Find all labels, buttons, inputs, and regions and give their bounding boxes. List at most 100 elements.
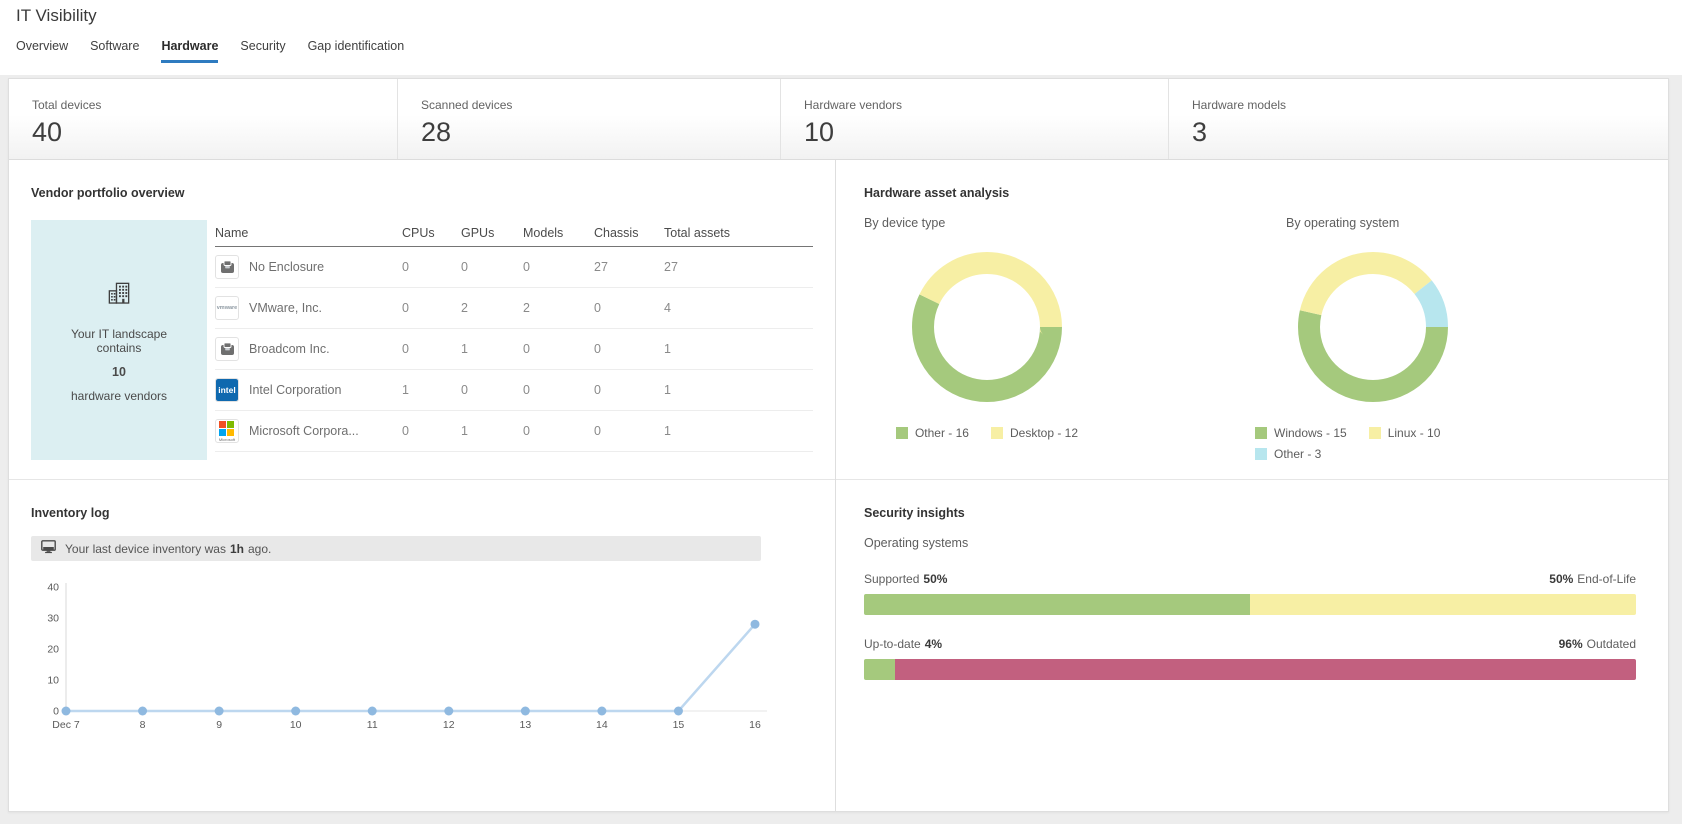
column-header-total-assets[interactable]: Total assets: [664, 226, 813, 240]
vendor-icon-intel: intel: [215, 378, 239, 402]
bar-right-label: 96%Outdated: [1559, 637, 1636, 651]
building-icon: [104, 278, 134, 311]
bar-right-label: 50%End-of-Life: [1549, 572, 1636, 586]
device-type-subpanel: By device type Other - 16Desktop - 12: [864, 216, 1250, 461]
vendor-table-body: No Enclosure0002727vmwareVMware, Inc.022…: [215, 247, 813, 452]
inventory-notice: Your last device inventory was1hago.: [31, 536, 761, 561]
table-row[interactable]: Broadcom Inc.01001: [215, 329, 813, 370]
bar-segment-supported: [864, 594, 1250, 615]
page-title: IT Visibility: [16, 6, 1666, 26]
table-cell: 2: [523, 301, 594, 315]
vendor-summary-line2: hardware vendors: [71, 389, 167, 403]
tab-hardware[interactable]: Hardware: [161, 39, 218, 63]
tab-security[interactable]: Security: [240, 39, 285, 63]
vendor-table-header: Name CPUs GPUs Models Chassis Total asse…: [215, 220, 813, 247]
tab-software[interactable]: Software: [90, 39, 139, 63]
vendor-name: Broadcom Inc.: [249, 342, 330, 356]
table-cell: 27: [594, 260, 664, 274]
vendor-name: VMware, Inc.: [249, 301, 322, 315]
legend-item[interactable]: Windows - 15: [1255, 426, 1347, 440]
table-cell: 0: [594, 383, 664, 397]
column-header-name[interactable]: Name: [215, 226, 402, 240]
device-type-legend: Other - 16 Desktop - 12: [896, 426, 1078, 440]
table-cell: 0: [594, 342, 664, 356]
table-cell: 27: [664, 260, 813, 274]
vendor-name: Intel Corporation: [249, 383, 341, 397]
stat-value: 3: [1192, 117, 1668, 148]
bar-segment-outdated: [895, 659, 1636, 680]
table-cell: 0: [402, 342, 461, 356]
table-cell: 1: [664, 424, 813, 438]
tab-bar: Overview Software Hardware Security Gap iden…: [16, 39, 1666, 63]
stat-label: Hardware models: [1192, 98, 1668, 112]
table-cell: 0: [594, 301, 664, 315]
device-type-donut: [912, 252, 1062, 402]
column-header-cpus[interactable]: CPUs: [402, 226, 461, 240]
table-cell: 0: [523, 260, 594, 274]
legend-item[interactable]: Other - 16: [896, 426, 969, 440]
stat-card-scanned-devices: Scanned devices 28: [397, 79, 780, 159]
tab-gap-identification[interactable]: Gap identification: [308, 39, 405, 63]
stat-label: Hardware vendors: [804, 98, 1168, 112]
column-header-chassis[interactable]: Chassis: [594, 226, 664, 240]
svg-text:20: 20: [47, 644, 59, 656]
legend-item[interactable]: Desktop - 12: [991, 426, 1078, 440]
stat-card-total-devices: Total devices 40: [9, 79, 397, 159]
table-cell: 1: [461, 424, 523, 438]
svg-text:10: 10: [290, 719, 302, 731]
operating-system-donut: [1298, 252, 1448, 402]
column-header-gpus[interactable]: GPUs: [461, 226, 523, 240]
notice-text-prefix: Your last device inventory was: [65, 542, 226, 556]
vendor-summary-card: Your IT landscape contains 10 hardware v…: [31, 220, 207, 460]
section-title-security-insights: Security insights: [864, 506, 1636, 520]
svg-text:30: 30: [47, 613, 59, 625]
table-cell: 2: [461, 301, 523, 315]
os-currency-bar: [864, 659, 1636, 680]
svg-text:14: 14: [596, 719, 608, 731]
column-header-models[interactable]: Models: [523, 226, 594, 240]
svg-text:12: 12: [443, 719, 455, 731]
table-row[interactable]: intelIntel Corporation10001: [215, 370, 813, 411]
legend-item[interactable]: Linux - 10: [1369, 426, 1441, 440]
security-insights-section: Security insights Operating systems Supp…: [836, 480, 1668, 680]
os-currency-bar-block: Up-to-date4% 96%Outdated: [864, 637, 1636, 680]
notice-text-suffix: ago.: [248, 542, 271, 556]
stat-label: Total devices: [32, 98, 397, 112]
vendor-name: Microsoft Corpora...: [249, 424, 359, 438]
stat-card-hardware-vendors: Hardware vendors 10: [780, 79, 1168, 159]
vendor-icon-enclosure: [215, 255, 239, 279]
svg-text:Dec 7: Dec 7: [52, 719, 80, 731]
tab-overview[interactable]: Overview: [16, 39, 68, 63]
vendor-name: No Enclosure: [249, 260, 324, 274]
table-cell: 0: [523, 342, 594, 356]
table-cell: 0: [461, 260, 523, 274]
table-cell: 0: [461, 383, 523, 397]
svg-text:8: 8: [140, 719, 146, 731]
table-row[interactable]: MicrosoftMicrosoft Corpora...01001: [215, 411, 813, 452]
vendor-icon-microsoft: Microsoft: [215, 419, 239, 443]
table-cell: 1: [402, 383, 461, 397]
stat-value: 40: [32, 117, 397, 148]
vendor-table: Name CPUs GPUs Models Chassis Total asse…: [215, 220, 813, 460]
legend-item[interactable]: Other - 3: [1255, 447, 1321, 461]
table-cell: 0: [523, 383, 594, 397]
inventory-line-chart: 010203040Dec 78910111213141516: [37, 581, 779, 739]
table-row[interactable]: No Enclosure0002727: [215, 247, 813, 288]
monitor-icon: [41, 540, 65, 557]
table-cell: 0: [594, 424, 664, 438]
bar-left-label: Supported50%: [864, 572, 947, 586]
section-title-hardware-analysis: Hardware asset analysis: [864, 186, 1636, 200]
table-cell: 1: [664, 342, 813, 356]
operating-system-subpanel: By operating system Windows - 15Linux - …: [1250, 216, 1636, 461]
vendor-icon-vmware: vmware: [215, 296, 239, 320]
stat-card-hardware-models: Hardware models 3: [1168, 79, 1668, 159]
inventory-log-section: Inventory log Your last device inventory…: [9, 480, 835, 744]
table-cell: 0: [402, 424, 461, 438]
hardware-analysis-section: Hardware asset analysis By device type O…: [836, 160, 1668, 480]
vendor-summary-count: 10: [112, 365, 126, 379]
svg-text:15: 15: [673, 719, 685, 731]
table-row[interactable]: vmwareVMware, Inc.02204: [215, 288, 813, 329]
bar-segment-end-of-life: [1250, 594, 1636, 615]
app-header: IT Visibility Overview Software Hardware Se…: [0, 0, 1682, 75]
vendor-icon-enclosure: [215, 337, 239, 361]
